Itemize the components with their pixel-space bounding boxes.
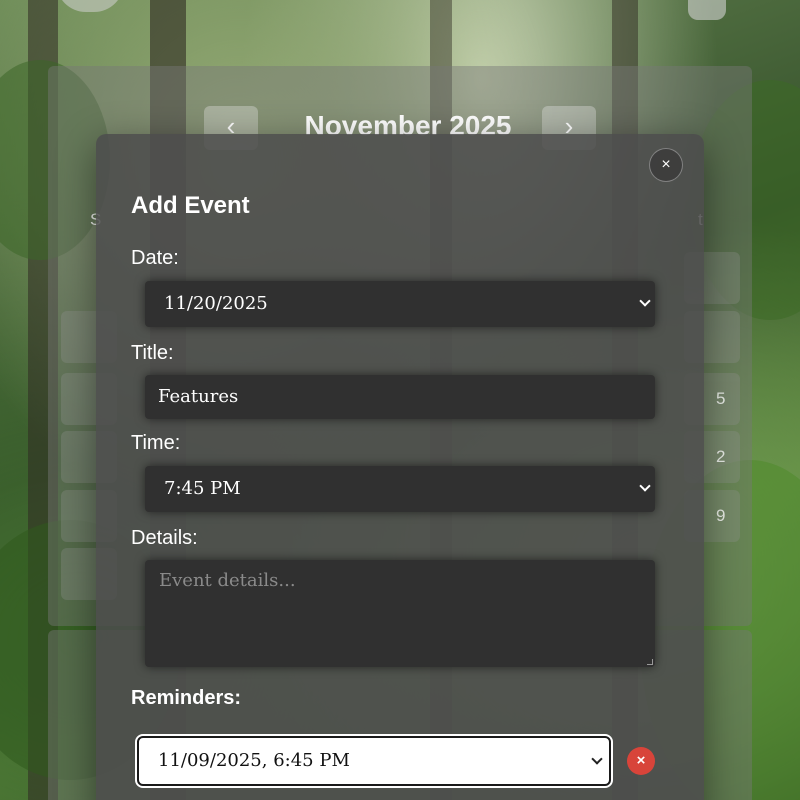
chevron-down-icon	[639, 295, 651, 307]
details-placeholder: Event details...	[159, 570, 296, 591]
close-icon: ×	[661, 156, 671, 173]
top-left-button[interactable]	[56, 0, 124, 12]
details-label: Details:	[131, 527, 198, 549]
add-event-modal: × Add Event Date: 11/20/2025 Title: Feat…	[96, 134, 704, 800]
date-label: Date:	[131, 247, 179, 269]
reminder-value: 11/09/2025, 6:45 PM	[158, 750, 350, 771]
time-value: 7:45 PM	[164, 478, 241, 499]
title-value: Features	[158, 386, 239, 407]
reminders-label: Reminders:	[131, 687, 242, 709]
remove-reminder-button[interactable]: ×	[627, 747, 655, 775]
day-number: 9	[716, 506, 726, 525]
time-label: Time:	[131, 432, 181, 454]
day-number: 2	[716, 447, 726, 466]
reminder-select[interactable]: 11/09/2025, 6:45 PM	[137, 736, 611, 786]
title-label: Title:	[131, 342, 174, 364]
date-value: 11/20/2025	[164, 293, 268, 314]
close-button[interactable]: ×	[649, 148, 683, 182]
top-right-button[interactable]	[688, 0, 726, 20]
title-input[interactable]: Features	[145, 375, 655, 419]
resize-handle-icon[interactable]	[647, 659, 653, 665]
remove-reminder-icon: ×	[636, 752, 646, 769]
modal-title: Add Event	[131, 192, 250, 219]
date-select[interactable]: 11/20/2025	[145, 281, 655, 327]
chevron-down-icon	[591, 753, 603, 765]
details-textarea[interactable]: Event details...	[145, 560, 655, 667]
day-number: 5	[716, 389, 726, 408]
chevron-down-icon	[639, 480, 651, 492]
time-select[interactable]: 7:45 PM	[145, 466, 655, 512]
